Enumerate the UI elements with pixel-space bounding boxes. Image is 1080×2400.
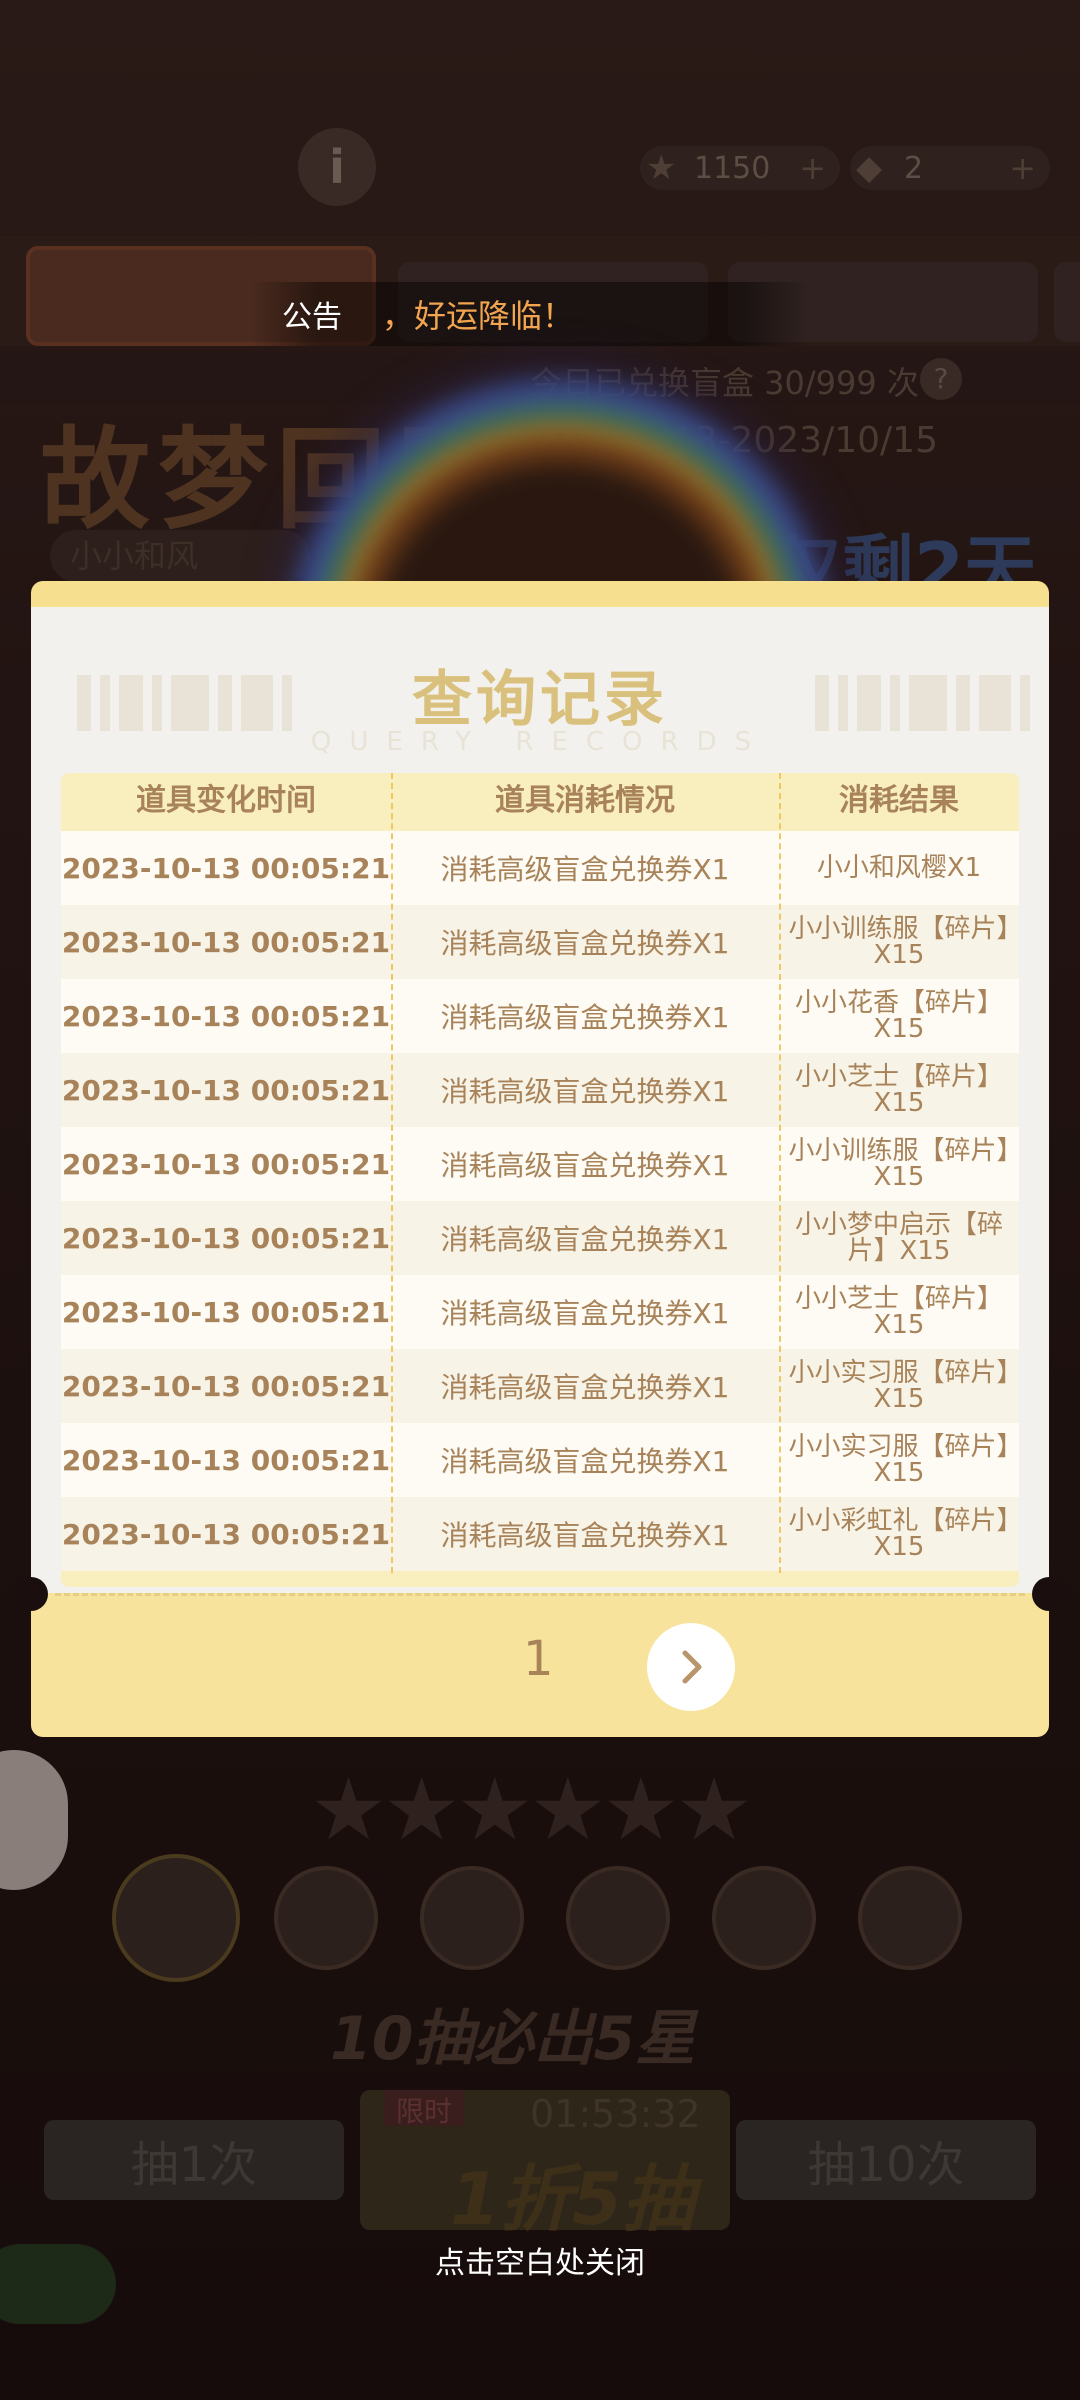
table-row: 2023-10-13 00:05:21 消耗高级盲盒兑换券X1 小小芝士【碎片】… xyxy=(61,1053,1019,1127)
ticket-currency: ◆ 2 + xyxy=(850,146,1050,190)
star-count: 1150 xyxy=(694,150,771,186)
cell-result: 小小芝士【碎片】X15 xyxy=(794,1062,1003,1118)
cell-time: 2023-10-13 00:05:21 xyxy=(61,1221,391,1255)
table-row: 2023-10-13 00:05:21 消耗高级盲盒兑换券X1 小小实习服【碎片… xyxy=(61,1349,1019,1423)
star-icon: ★ xyxy=(646,148,677,188)
cell-usage: 消耗高级盲盒兑换券X1 xyxy=(440,1297,730,1330)
plus-icon: + xyxy=(799,149,826,187)
cell-usage: 消耗高级盲盒兑换券X1 xyxy=(440,927,730,960)
avatar xyxy=(712,1866,816,1970)
star-currency: ★ 1150 + xyxy=(640,146,840,190)
cell-time: 2023-10-13 00:05:21 xyxy=(61,1295,391,1329)
cell-result: 小小梦中启示【碎片】X15 xyxy=(794,1210,1003,1266)
cell-usage: 消耗高级盲盒兑换券X1 xyxy=(440,1149,730,1182)
announcement-message: ，好运降临！ xyxy=(382,297,575,335)
cell-result: 小小实习服【碎片】X15 xyxy=(788,1358,1010,1414)
cell-time: 2023-10-13 00:05:21 xyxy=(61,851,391,885)
ten-draw-guarantee: 10抽必出5星 xyxy=(330,2004,696,2074)
star-rating: ★★★★★★ xyxy=(310,1760,753,1860)
modal-top-strip xyxy=(31,581,1049,609)
modal-title: 查询记录 xyxy=(412,665,668,735)
cell-usage: 消耗高级盲盒兑换券X1 xyxy=(440,1519,730,1552)
cell-time: 2023-10-13 00:05:21 xyxy=(61,1517,391,1551)
table-body: 2023-10-13 00:05:21 消耗高级盲盒兑换券X1 小小和风樱X1 … xyxy=(61,831,1019,1571)
cell-usage: 消耗高级盲盒兑换券X1 xyxy=(440,1223,730,1256)
plus-icon: + xyxy=(1009,149,1036,187)
cell-usage: 消耗高级盲盒兑换券X1 xyxy=(440,1371,730,1404)
cell-usage: 消耗高级盲盒兑换券X1 xyxy=(440,853,730,886)
tap-blank-to-close-hint[interactable]: 点击空白处关闭 xyxy=(0,2238,1080,2282)
draw-one-button: 抽1次 xyxy=(44,2120,344,2200)
cell-time: 2023-10-13 00:05:21 xyxy=(61,1443,391,1477)
column-divider xyxy=(391,773,393,1573)
avatar xyxy=(112,1854,240,1982)
modal-body: 查询记录 QUERY RECORDS 道具变化时间 道具消耗情况 消耗结果 20… xyxy=(31,607,1049,1617)
tab-bg xyxy=(1054,262,1080,342)
ticket-count: 2 xyxy=(904,150,924,186)
table-row: 2023-10-13 00:05:21 消耗高级盲盒兑换券X1 小小实习服【碎片… xyxy=(61,1423,1019,1497)
promo-text: 1折5抽 xyxy=(450,2157,695,2241)
avatar xyxy=(858,1866,962,1970)
next-page-button[interactable] xyxy=(647,1623,735,1711)
query-records-modal: 查询记录 QUERY RECORDS 道具变化时间 道具消耗情况 消耗结果 20… xyxy=(14,581,1066,1737)
table-row: 2023-10-13 00:05:21 消耗高级盲盒兑换券X1 小小梦中启示【碎… xyxy=(61,1201,1019,1275)
announcement-label: 公告 xyxy=(282,300,342,335)
cell-time: 2023-10-13 00:05:21 xyxy=(61,1073,391,1107)
chevron-right-icon xyxy=(682,1650,702,1684)
ticket-notch xyxy=(1032,1577,1066,1611)
draw-ten-button: 抽10次 xyxy=(736,2120,1036,2200)
promo-timer: 01:53:32 xyxy=(530,2092,701,2136)
table-header: 道具变化时间 道具消耗情况 消耗结果 xyxy=(61,773,1019,829)
avatar xyxy=(420,1866,524,1970)
cell-result: 小小训练服【碎片】X15 xyxy=(788,1136,1010,1192)
column-header-usage: 道具消耗情况 xyxy=(495,783,675,818)
table-row: 2023-10-13 00:05:21 消耗高级盲盒兑换券X1 小小和风樱X1 xyxy=(61,831,1019,905)
page-number: 1 xyxy=(523,1631,554,1687)
modal-subtitle: QUERY RECORDS xyxy=(310,727,770,757)
tear-line xyxy=(55,1593,1025,1596)
table-row: 2023-10-13 00:05:21 消耗高级盲盒兑换券X1 小小芝士【碎片】… xyxy=(61,1275,1019,1349)
cell-result: 小小芝士【碎片】X15 xyxy=(794,1284,1003,1340)
help-icon: ? xyxy=(920,358,962,400)
column-divider xyxy=(779,773,781,1573)
avatar xyxy=(566,1866,670,1970)
cell-usage: 消耗高级盲盒兑换券X1 xyxy=(440,1001,730,1034)
avatar xyxy=(274,1866,378,1970)
info-icon: i xyxy=(298,128,376,206)
announcement-bar: 公告 ，好运降临！ xyxy=(250,282,810,346)
records-table: 道具变化时间 道具消耗情况 消耗结果 2023-10-13 00:05:21 消… xyxy=(61,773,1019,1587)
cell-result: 小小彩虹礼【碎片】X15 xyxy=(788,1506,1010,1562)
cell-result: 小小训练服【碎片】X15 xyxy=(788,914,1010,970)
cell-usage: 消耗高级盲盒兑换券X1 xyxy=(440,1445,730,1478)
column-header-result: 消耗结果 xyxy=(839,783,959,818)
cell-usage: 消耗高级盲盒兑换券X1 xyxy=(440,1075,730,1108)
cell-time: 2023-10-13 00:05:21 xyxy=(61,1369,391,1403)
cell-result: 小小花香【碎片】X15 xyxy=(794,988,1003,1044)
ticket-notch xyxy=(14,1577,48,1611)
limit-tag: 限时 xyxy=(384,2090,464,2128)
cell-time: 2023-10-13 00:05:21 xyxy=(61,925,391,959)
cell-result: 小小和风樱X1 xyxy=(816,853,982,883)
ticket-icon: ◆ xyxy=(856,148,883,188)
table-row: 2023-10-13 00:05:21 消耗高级盲盒兑换券X1 小小训练服【碎片… xyxy=(61,1127,1019,1201)
cell-result: 小小实习服【碎片】X15 xyxy=(788,1432,1010,1488)
table-row: 2023-10-13 00:05:21 消耗高级盲盒兑换券X1 小小训练服【碎片… xyxy=(61,905,1019,979)
table-row: 2023-10-13 00:05:21 消耗高级盲盒兑换券X1 小小彩虹礼【碎片… xyxy=(61,1497,1019,1571)
cell-time: 2023-10-13 00:05:21 xyxy=(61,999,391,1033)
column-header-time: 道具变化时间 xyxy=(136,783,316,818)
cell-time: 2023-10-13 00:05:21 xyxy=(61,1147,391,1181)
table-row: 2023-10-13 00:05:21 消耗高级盲盒兑换券X1 小小花香【碎片】… xyxy=(61,979,1019,1053)
